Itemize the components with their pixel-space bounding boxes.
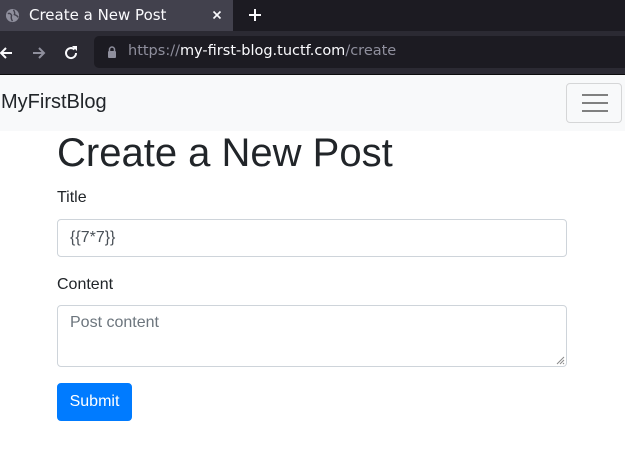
browser-tab[interactable]: Create a New Post: [0, 0, 233, 31]
url-path: /create: [345, 43, 397, 59]
browser-nav-bar: https://my-first-blog.tuctf.com/create: [0, 31, 625, 74]
url-text: https://my-first-blog.tuctf.com/create: [128, 43, 396, 59]
lock-icon: [108, 46, 116, 58]
submit-button[interactable]: Submit: [57, 383, 132, 421]
back-icon[interactable]: [0, 44, 15, 62]
title-label: Title: [57, 189, 87, 206]
url-host: my-first-blog.tuctf.com: [179, 43, 346, 59]
site-navbar: MyFirstBlog: [0, 75, 625, 131]
tab-title: Create a New Post: [29, 6, 167, 24]
globe-icon: [5, 8, 20, 23]
hamburger-icon: [582, 94, 608, 112]
site-brand[interactable]: MyFirstBlog: [1, 91, 107, 114]
content-label: Content: [57, 276, 114, 293]
page-title: Create a New Post: [57, 131, 393, 175]
reload-icon[interactable]: [62, 44, 80, 62]
menu-toggle-button[interactable]: [566, 83, 622, 123]
close-icon[interactable]: [209, 7, 225, 23]
content-textarea[interactable]: [57, 305, 567, 367]
forward-icon[interactable]: [30, 44, 48, 62]
resize-grip-icon[interactable]: [556, 356, 565, 365]
title-input[interactable]: [57, 219, 567, 257]
url-scheme: https://: [128, 43, 180, 59]
address-bar[interactable]: https://my-first-blog.tuctf.com/create: [94, 36, 625, 68]
browser-tab-bar: Create a New Post: [0, 0, 625, 31]
new-tab-icon[interactable]: [246, 6, 264, 24]
